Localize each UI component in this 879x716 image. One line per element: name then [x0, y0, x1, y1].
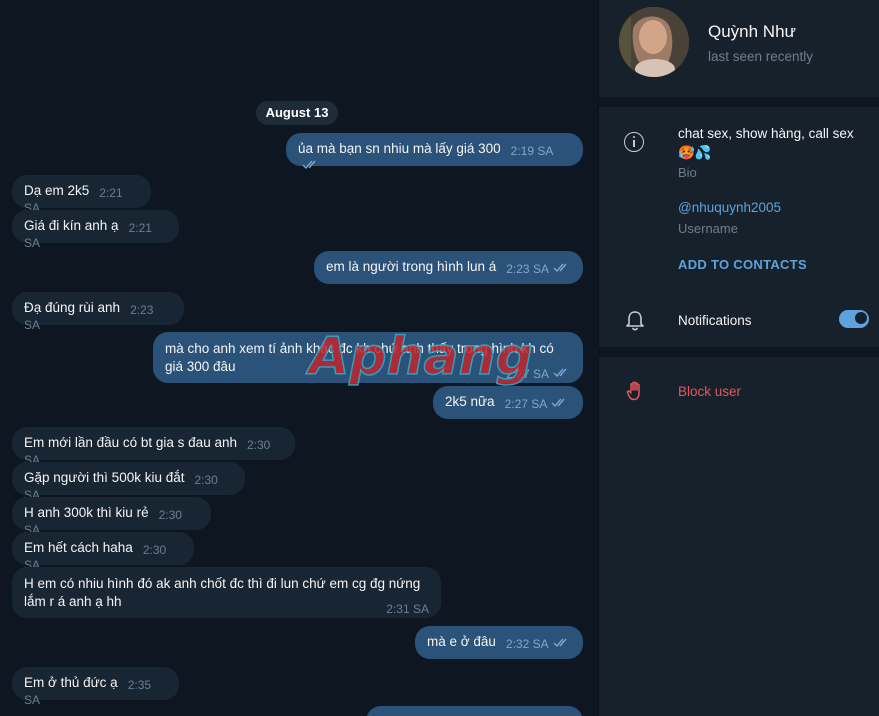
message-text: Đạ đúng rùi anh [24, 300, 121, 315]
message-incoming[interactable]: Dạ em 2k5 2:21 SA [12, 175, 151, 215]
message-incoming[interactable]: Em ở thủ đức ạ 2:35 SA [12, 667, 179, 707]
message-text: Giá đi kín anh ạ [24, 218, 119, 233]
date-separator: August 13 [256, 101, 338, 125]
double-check-icon [551, 398, 569, 408]
message-incoming[interactable]: H anh 300k thì kiu rẻ 2:30 SA [12, 497, 211, 537]
message-time: 2:23 SA [506, 262, 549, 276]
chat-area: August 13 ủa mà bạn sn nhiu mà lấy giá 3… [0, 0, 598, 716]
double-check-icon [553, 368, 571, 378]
message-outgoing[interactable]: ủa mà bạn sn nhiu mà lấy giá 300 2:19 SA [286, 133, 583, 170]
bio-text: chat sex, show hàng, call sex 🥵💦 [678, 126, 854, 160]
message-text: Em hết cách haha [24, 540, 133, 555]
username-link[interactable]: @nhuquynh2005 [678, 200, 781, 215]
message-time: 2:19 SA [510, 144, 554, 158]
message-incoming[interactable]: Gặp người thì 500k kiu đắt 2:30 SA [12, 462, 245, 502]
message-incoming[interactable]: Em hết cách haha 2:30 SA [12, 532, 194, 572]
message-outgoing[interactable]: 2k5 nữa 2:27 SA [433, 386, 583, 419]
message-text: Em ở thủ đức ạ [24, 675, 118, 690]
message-time: 2:27 SA [506, 367, 549, 381]
message-text: 2k5 nữa [445, 394, 495, 409]
message-text: Gặp người thì 500k kiu đắt [24, 470, 185, 485]
message-incoming[interactable]: Đạ đúng rùi anh 2:23 SA [12, 292, 184, 332]
message-incoming[interactable]: Giá đi kín anh ạ 2:21 SA [12, 210, 179, 250]
section-separator [599, 347, 879, 357]
message-incoming[interactable]: Em mới lần đầu có bt gia s đau anh 2:30 S… [12, 427, 295, 467]
message-incoming[interactable]: H em có nhiu hình đó ak anh chốt đc thì … [12, 567, 441, 618]
message-text: Em mới lần đầu có bt gia s đau anh [24, 435, 237, 450]
double-check-icon [553, 638, 571, 648]
message-text: em là người trong hình lun á [326, 259, 497, 274]
message-text: H em có nhiu hình đó ak anh chốt đc thì … [24, 576, 421, 609]
message-outgoing-partial[interactable] [366, 706, 583, 716]
profile-name: Quỳnh Như [708, 22, 796, 41]
info-icon [624, 132, 644, 152]
bio-label: Bio [678, 165, 697, 180]
stop-hand-icon [626, 381, 644, 401]
section-separator [599, 97, 879, 107]
message-text: ủa mà bạn sn nhiu mà lấy giá 300 [298, 141, 501, 156]
message-time: 2:27 SA [504, 397, 548, 411]
bell-icon [625, 310, 645, 332]
message-text: mà e ở đâu [427, 634, 496, 649]
toggle-knob [854, 311, 868, 325]
profile-avatar[interactable] [619, 7, 689, 77]
double-check-icon [302, 160, 320, 170]
message-time: 2:32 SA [505, 637, 549, 651]
message-text: H anh 300k thì kiu rẻ [24, 505, 149, 520]
profile-panel: Quỳnh Như last seen recently chat sex, s… [599, 0, 879, 716]
profile-status: last seen recently [708, 49, 814, 64]
block-user-button[interactable]: Block user [678, 384, 741, 399]
message-text: Dạ em 2k5 [24, 183, 90, 198]
add-to-contacts-button[interactable]: ADD TO CONTACTS [678, 257, 807, 272]
username-label: Username [678, 221, 738, 236]
message-outgoing[interactable]: mà cho anh xem tí ảnh khác đc kh chứ anh… [153, 332, 583, 383]
message-time: 2:31 SA [386, 602, 429, 616]
message-outgoing[interactable]: mà e ở đâu 2:32 SA [415, 626, 583, 659]
notifications-label: Notifications [678, 313, 752, 328]
message-outgoing[interactable]: em là người trong hình lun á 2:23 SA [314, 251, 583, 284]
notifications-toggle[interactable] [839, 310, 869, 328]
double-check-icon [553, 263, 571, 273]
